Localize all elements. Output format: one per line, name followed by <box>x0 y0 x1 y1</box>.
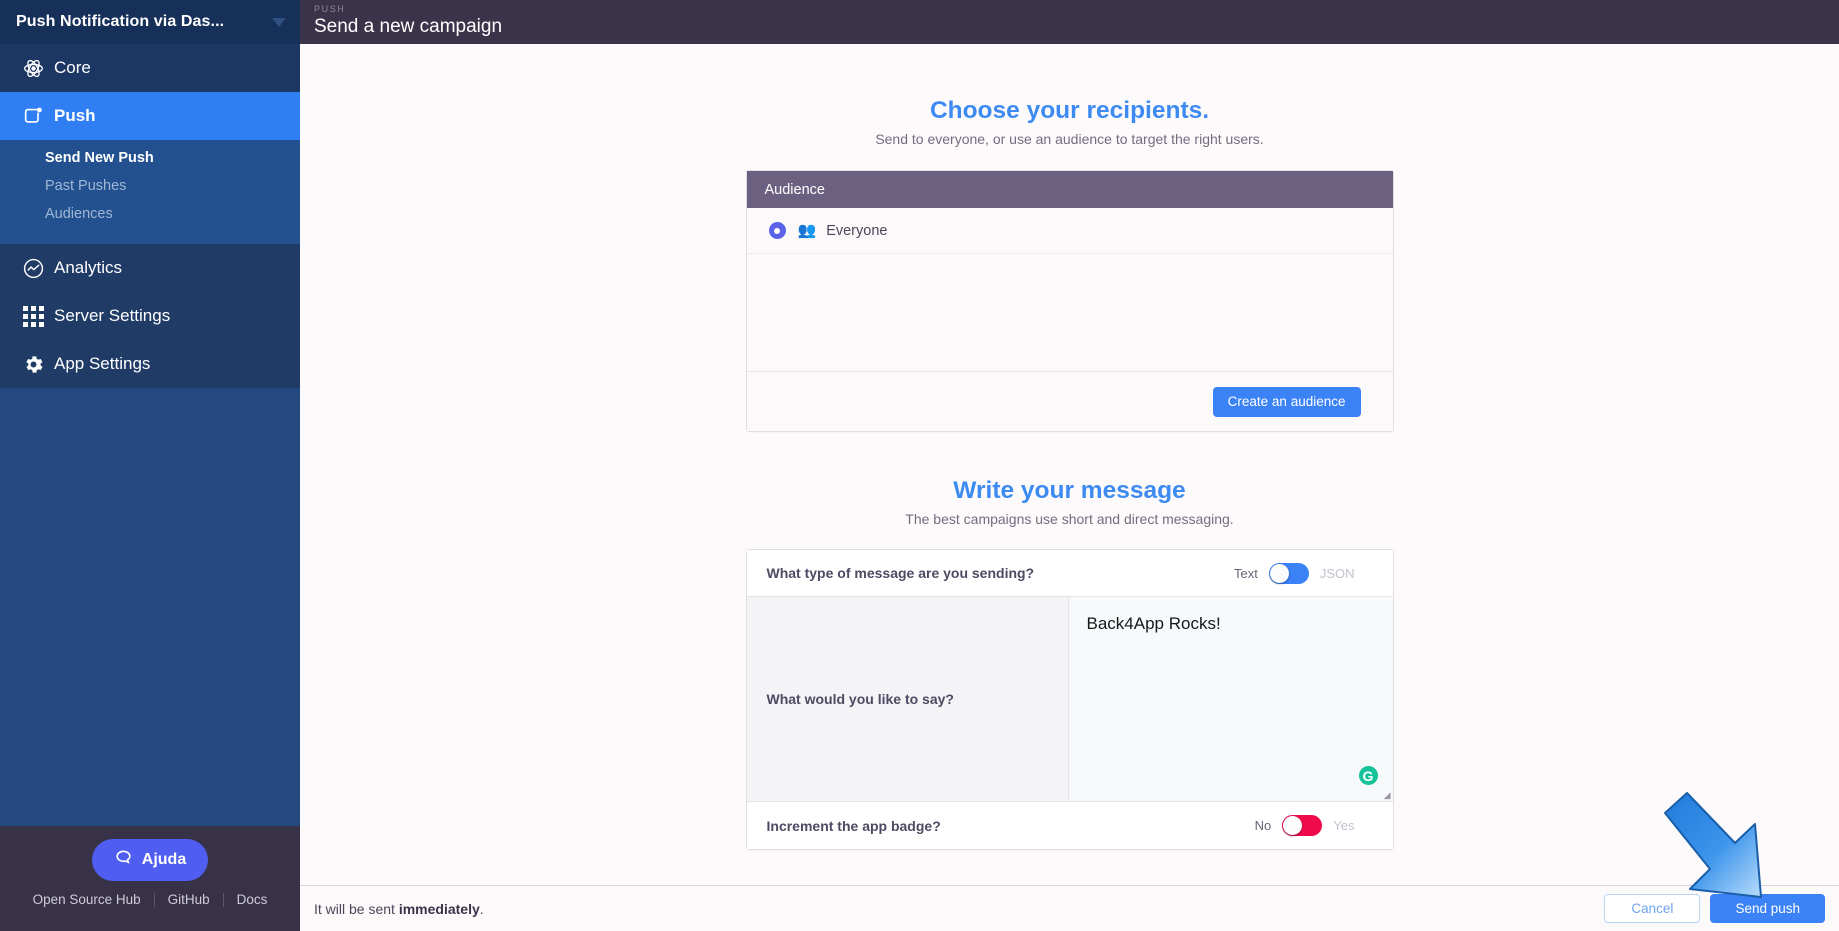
sidebar-item-send-new-push[interactable]: Send New Push <box>0 144 300 172</box>
main-area: PUSH Send a new campaign Choose your rec… <box>300 0 1839 931</box>
sidebar-footer-links: Open Source Hub GitHub Docs <box>20 892 281 907</box>
schedule-note-strong: immediately <box>398 900 480 917</box>
action-bar: It will be sent immediately. Cancel Send… <box>300 885 1839 931</box>
sidebar-item-server-settings[interactable]: Server Settings <box>0 292 300 340</box>
sidebar-item-label: Server Settings <box>54 306 171 325</box>
radio-everyone[interactable] <box>768 222 786 239</box>
message-title: Write your message <box>953 477 1186 504</box>
badge-question: Increment the app badge? <box>766 817 941 834</box>
grammarly-icon[interactable]: G <box>1358 766 1378 785</box>
page-title: Send a new campaign <box>314 16 503 37</box>
people-group-icon: 👥 <box>797 222 817 239</box>
app-selector[interactable]: Push Notification via Das... <box>0 0 300 44</box>
link-open-source-hub[interactable]: Open Source Hub <box>20 892 154 907</box>
toggle-label-no: No <box>1254 818 1272 833</box>
push-subnav: Send New Push Past Pushes Audiences <box>0 140 300 244</box>
analytics-chart-icon <box>12 257 54 280</box>
recipients-subtitle: Send to everyone, or use an audience to … <box>875 131 1264 147</box>
toggle-label-text: Text <box>1233 565 1258 581</box>
toggle-label-yes: Yes <box>1333 818 1355 833</box>
resize-handle[interactable]: ◢ <box>1381 790 1391 800</box>
gear-icon <box>12 353 54 376</box>
page-header: PUSH Send a new campaign <box>300 0 1839 44</box>
app-root: Push Notification via Das... Core Push S… <box>0 0 1839 931</box>
push-bell-icon <box>12 105 54 127</box>
sidebar-item-analytics[interactable]: Analytics <box>0 244 300 292</box>
message-body-question: What would you like to say? <box>766 691 954 707</box>
schedule-note-suffix: . <box>479 900 484 917</box>
sidebar-footer: Ajuda Open Source Hub GitHub Docs <box>0 826 300 931</box>
atom-icon <box>12 57 54 80</box>
cancel-button[interactable]: Cancel <box>1604 894 1701 923</box>
message-type-toggle-group: Text JSON <box>1233 562 1355 584</box>
message-section-head: Write your message The best campaigns us… <box>300 476 1839 527</box>
link-github[interactable]: GitHub <box>155 892 223 907</box>
sidebar-item-app-settings[interactable]: App Settings <box>0 340 300 388</box>
subnav-label: Audiences <box>45 206 113 222</box>
message-body-label-cell: What would you like to say? <box>746 597 1069 801</box>
message-body-value: Back4App Rocks! <box>1086 614 1221 633</box>
create-audience-button[interactable]: Create an audience <box>1212 386 1361 417</box>
audience-option-label: Everyone <box>826 222 888 239</box>
badge-row: Increment the app badge? No Yes <box>746 802 1393 849</box>
breadcrumb: PUSH <box>314 4 346 14</box>
send-push-button[interactable]: Send push <box>1710 894 1825 923</box>
sidebar-item-label: Core <box>54 58 91 77</box>
badge-toggle-group: No Yes <box>1255 815 1355 836</box>
message-card: What type of message are you sending? Te… <box>745 549 1394 850</box>
schedule-note-prefix: It will be sent <box>314 900 399 917</box>
toggle-label-json: JSON <box>1319 565 1355 581</box>
sidebar-item-push[interactable]: Push <box>0 92 300 140</box>
audience-card-header: Audience <box>746 171 1393 208</box>
audience-options: 👥 Everyone <box>746 208 1393 371</box>
message-body-input[interactable]: Back4App Rocks! G ◢ <box>1068 597 1393 801</box>
sidebar-item-core[interactable]: Core <box>0 44 300 92</box>
app-title: Push Notification via Das... <box>16 13 225 30</box>
sidebar: Push Notification via Das... Core Push S… <box>0 0 300 931</box>
subnav-label: Past Pushes <box>45 178 127 194</box>
subnav-label: Send New Push <box>45 150 154 166</box>
sidebar-item-audiences[interactable]: Audiences <box>0 200 300 228</box>
recipients-section-head: Choose your recipients. Send to everyone… <box>300 96 1839 147</box>
message-subtitle: The best campaigns use short and direct … <box>905 511 1234 527</box>
message-type-toggle[interactable] <box>1268 562 1309 584</box>
sidebar-item-label: App Settings <box>54 354 151 373</box>
chevron-down-icon[interactable] <box>272 17 286 27</box>
schedule-note: It will be sent immediately. <box>314 901 1604 917</box>
message-type-question: What type of message are you sending? <box>766 565 1035 581</box>
page-content: Choose your recipients. Send to everyone… <box>300 44 1839 931</box>
recipients-title: Choose your recipients. <box>929 97 1210 124</box>
grid-apps-icon <box>12 305 54 327</box>
help-button[interactable]: Ajuda <box>91 839 209 881</box>
badge-toggle[interactable] <box>1282 815 1323 836</box>
audience-card: Audience 👥 Everyone Create an audience <box>745 170 1394 432</box>
sidebar-item-label: Analytics <box>54 258 123 277</box>
sidebar-item-past-pushes[interactable]: Past Pushes <box>0 172 300 200</box>
message-type-row: What type of message are you sending? Te… <box>746 550 1393 597</box>
sidebar-spacer <box>0 388 300 826</box>
message-body-row: What would you like to say? Back4App Roc… <box>746 597 1393 802</box>
audience-option-everyone[interactable]: 👥 Everyone <box>746 208 1393 254</box>
chat-bubble-icon <box>114 848 133 872</box>
help-button-label: Ajuda <box>141 851 187 868</box>
sidebar-item-label: Push <box>54 106 96 125</box>
audience-card-footer: Create an audience <box>746 371 1393 431</box>
link-docs[interactable]: Docs <box>224 892 281 907</box>
